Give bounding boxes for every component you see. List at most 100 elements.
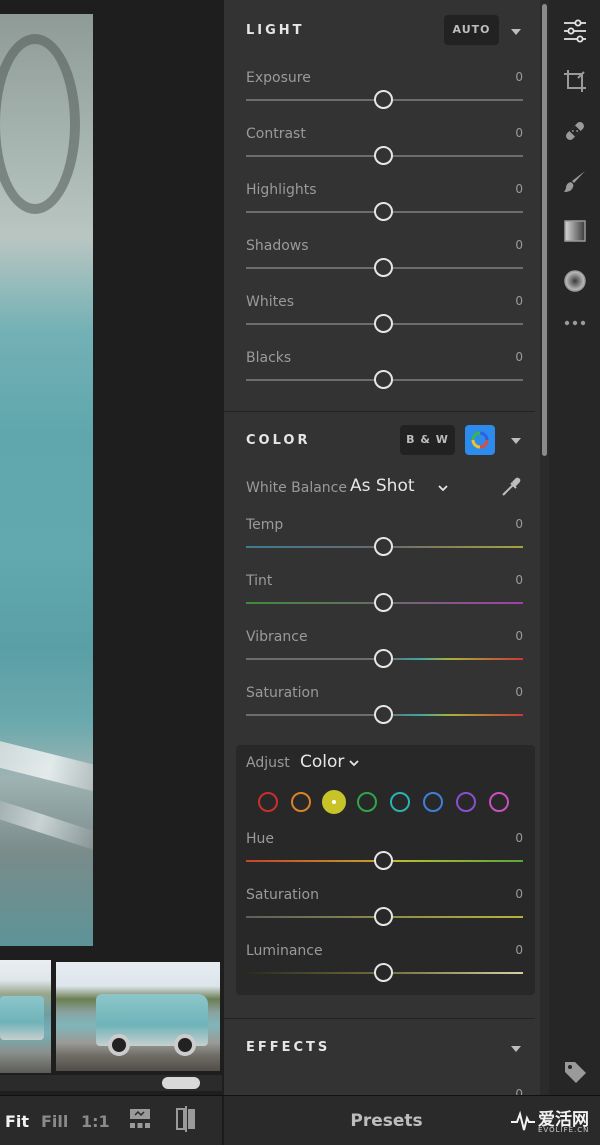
vibrance-slider[interactable]: Vibrance 0 [246,629,523,685]
panel-scrollbar[interactable] [540,0,549,1095]
slider-knob[interactable] [374,202,393,221]
chevron-down-icon[interactable] [349,760,359,767]
light-collapse-chevron-icon[interactable] [510,28,522,36]
slider-value[interactable]: 0 [515,294,523,308]
panel-scrollbar-thumb[interactable] [542,4,547,456]
contrast-slider[interactable]: Contrast 0 [246,126,523,182]
color-swatch[interactable] [322,790,346,814]
mixer-luminance-slider[interactable]: Luminance 0 [246,943,523,999]
color-section-title[interactable]: COLOR [246,433,310,448]
exposure-slider[interactable]: Exposure 0 [246,70,523,126]
section-divider [224,1018,535,1019]
slider-knob[interactable] [374,593,393,612]
highlights-slider[interactable]: Highlights 0 [246,182,523,238]
linear-gradient-icon[interactable] [562,218,588,244]
color-swatch[interactable] [390,792,410,812]
color-mixer-toggle-button[interactable] [465,425,495,455]
color-collapse-chevron-icon[interactable] [510,437,522,445]
color-swatch[interactable] [357,792,377,812]
filmstrip-thumbnail[interactable] [0,960,51,1073]
slider-value[interactable]: 0 [515,573,523,587]
slider-value[interactable]: 0 [515,126,523,140]
tag-icon[interactable] [562,1059,588,1085]
slider-knob[interactable] [374,851,393,870]
filmstrip-toggle-icon[interactable] [128,1106,152,1132]
slider-label: Tint [246,573,273,589]
bw-button[interactable]: B & W [400,425,455,455]
slider-value[interactable]: 0 [515,685,523,699]
slider-knob[interactable] [374,314,393,333]
slider-knob[interactable] [374,963,393,982]
thumbnail-subject [174,1034,196,1056]
slider-value[interactable]: 0 [515,70,523,84]
effects-section-title[interactable]: EFFECTS [246,1040,330,1055]
slider-knob[interactable] [374,90,393,109]
slider-knob[interactable] [374,537,393,556]
slider-value[interactable]: 0 [515,350,523,364]
more-icon[interactable] [562,310,588,336]
slider-knob[interactable] [374,146,393,165]
filmstrip-scrollbar[interactable] [0,1075,222,1091]
slider-knob[interactable] [374,907,393,926]
slider-value[interactable]: 0 [515,831,523,845]
brush-icon[interactable] [562,168,588,194]
slider-value[interactable]: 0 [515,943,523,957]
slider-label: Contrast [246,126,306,142]
slider-value[interactable]: 0 [515,887,523,901]
slider-knob[interactable] [374,649,393,668]
blacks-slider[interactable]: Blacks 0 [246,350,523,406]
healing-icon[interactable] [562,118,588,144]
chevron-down-icon[interactable] [438,485,448,492]
shadows-slider[interactable]: Shadows 0 [246,238,523,294]
effects-collapse-chevron-icon[interactable] [510,1045,522,1053]
white-balance-label: White Balance [246,480,347,496]
tint-slider[interactable]: Tint 0 [246,573,523,629]
filmstrip [0,960,224,1074]
light-section-title[interactable]: LIGHT [246,23,305,38]
color-swatch[interactable] [291,792,311,812]
before-after-compare-icon[interactable] [174,1105,198,1133]
white-balance-dropdown[interactable]: As Shot [350,476,415,496]
slider-label: Blacks [246,350,292,366]
zoom-fit-button[interactable]: Fit [5,1112,29,1131]
temp-slider[interactable]: Temp 0 [246,517,523,573]
filmstrip-scrollbar-thumb[interactable] [162,1077,200,1089]
adjust-dropdown[interactable]: Color [300,752,344,772]
mixer-hue-slider[interactable]: Hue 0 [246,831,523,887]
crop-icon[interactable] [562,68,588,94]
slider-value[interactable]: 0 [515,517,523,531]
thumbnail-subject [0,996,44,1040]
edit-sliders-icon[interactable] [562,18,588,44]
zoom-fill-button[interactable]: Fill [41,1112,68,1131]
color-swatch[interactable] [423,792,443,812]
slider-knob[interactable] [374,705,393,724]
whites-slider[interactable]: Whites 0 [246,294,523,350]
auto-button[interactable]: AUTO [444,15,499,45]
color-swatch[interactable] [456,792,476,812]
slider-value[interactable]: 0 [515,182,523,196]
color-mixer-panel: Adjust Color Hue 0 Saturation 0 Luminanc… [236,745,535,995]
slider-label: Whites [246,294,295,310]
photo-detail [0,792,93,854]
photo-canvas[interactable] [0,0,224,1095]
color-swatch[interactable] [258,792,278,812]
presets-button[interactable]: Presets [224,1096,549,1145]
radial-gradient-icon[interactable] [562,268,588,294]
saturation-slider[interactable]: Saturation 0 [246,685,523,741]
slider-value[interactable]: 0 [515,629,523,643]
slider-knob[interactable] [374,370,393,389]
slider-value[interactable]: 0 [515,1087,523,1095]
main-photo[interactable] [0,14,93,946]
white-balance-row: White Balance As Shot [246,476,523,500]
section-divider [224,411,535,412]
color-swatch[interactable] [489,792,509,812]
filmstrip-thumbnail-selected[interactable] [54,960,222,1073]
eyedropper-icon[interactable] [500,476,522,498]
slider-label: Exposure [246,70,311,86]
slider-label: Shadows [246,238,309,254]
slider-knob[interactable] [374,258,393,277]
zoom-1to1-button[interactable]: 1:1 [81,1112,110,1131]
mixer-saturation-slider[interactable]: Saturation 0 [246,887,523,943]
heartbeat-logo-icon [511,1110,535,1131]
slider-value[interactable]: 0 [515,238,523,252]
